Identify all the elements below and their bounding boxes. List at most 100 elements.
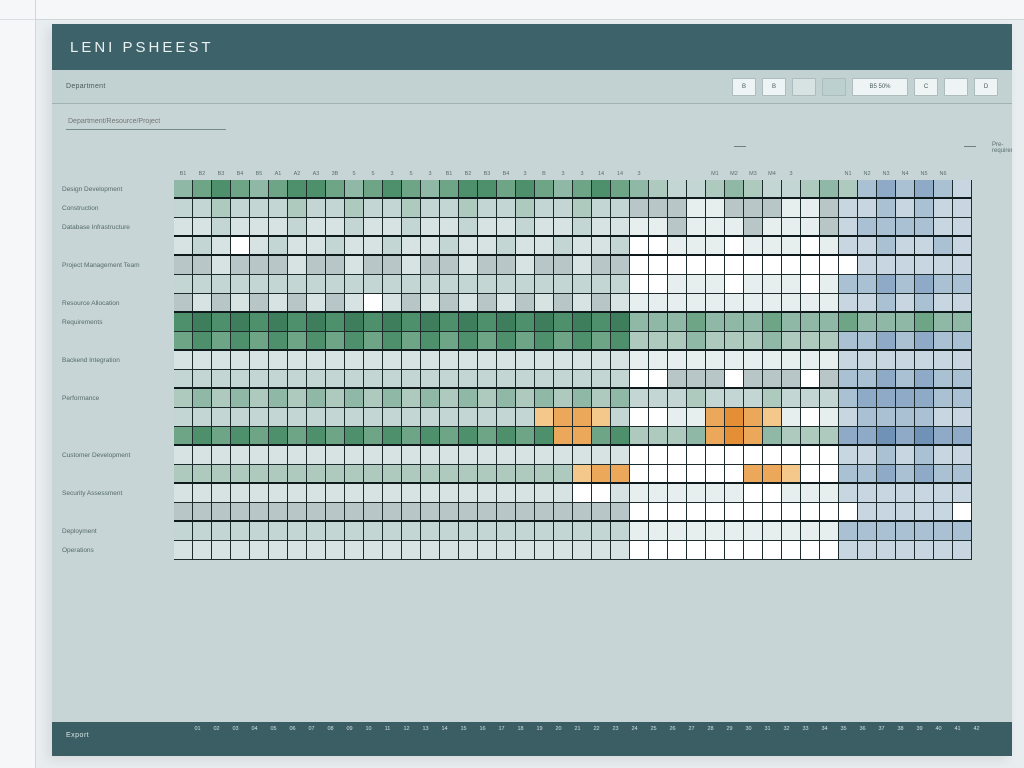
heatmap-cell[interactable]: [953, 218, 972, 237]
heatmap-cell[interactable]: [212, 427, 231, 446]
column-header[interactable]: N1: [839, 140, 858, 180]
heatmap-cell[interactable]: [763, 180, 782, 199]
heatmap-cell[interactable]: [592, 313, 611, 332]
heatmap-cell[interactable]: [535, 313, 554, 332]
heatmap-cell[interactable]: [953, 180, 972, 199]
heatmap-cell[interactable]: [896, 218, 915, 237]
heatmap-cell[interactable]: [820, 389, 839, 408]
heatmap-cell[interactable]: [535, 427, 554, 446]
heatmap-cell[interactable]: [478, 522, 497, 541]
heatmap-cell[interactable]: [649, 427, 668, 446]
heatmap-cell[interactable]: [402, 332, 421, 351]
heatmap-cell[interactable]: [478, 180, 497, 199]
heatmap-cell[interactable]: [554, 313, 573, 332]
heatmap-cell[interactable]: [725, 275, 744, 294]
heatmap-cell[interactable]: [801, 332, 820, 351]
heatmap-cell[interactable]: [668, 522, 687, 541]
heatmap-cell[interactable]: [193, 199, 212, 218]
heatmap-cell[interactable]: [288, 484, 307, 503]
heatmap-cell[interactable]: [573, 541, 592, 560]
heatmap-cell[interactable]: [706, 503, 725, 522]
heatmap-cell[interactable]: [250, 389, 269, 408]
heatmap-cell[interactable]: [307, 218, 326, 237]
heatmap-cell[interactable]: [345, 332, 364, 351]
heatmap-cell[interactable]: [402, 446, 421, 465]
heatmap-cell[interactable]: [687, 313, 706, 332]
heatmap-cell[interactable]: [953, 465, 972, 484]
heatmap-cell[interactable]: [402, 522, 421, 541]
heatmap-cell[interactable]: [801, 237, 820, 256]
heatmap-cell[interactable]: [516, 465, 535, 484]
heatmap-cell[interactable]: [820, 446, 839, 465]
heatmap-cell[interactable]: [554, 522, 573, 541]
heatmap-cell[interactable]: [440, 484, 459, 503]
heatmap-cell[interactable]: [744, 446, 763, 465]
heatmap-cell[interactable]: [820, 218, 839, 237]
heatmap-cell[interactable]: [611, 294, 630, 313]
heatmap-cell[interactable]: [212, 522, 231, 541]
heatmap-cell[interactable]: [744, 541, 763, 560]
row-label[interactable]: Security Assessment: [52, 484, 174, 503]
heatmap-cell[interactable]: [345, 275, 364, 294]
heatmap-cell[interactable]: [877, 389, 896, 408]
heatmap-cell[interactable]: [288, 313, 307, 332]
heatmap-cell[interactable]: [896, 351, 915, 370]
heatmap-cell[interactable]: [801, 389, 820, 408]
heatmap-cell[interactable]: [212, 332, 231, 351]
heatmap-cell[interactable]: [725, 503, 744, 522]
heatmap-cell[interactable]: [839, 370, 858, 389]
heatmap-cell[interactable]: [649, 237, 668, 256]
heatmap-cell[interactable]: [592, 218, 611, 237]
heatmap-cell[interactable]: [554, 446, 573, 465]
heatmap-cell[interactable]: [953, 408, 972, 427]
heatmap-cell[interactable]: [573, 294, 592, 313]
heatmap-cell[interactable]: [782, 199, 801, 218]
column-header[interactable]: [820, 140, 839, 180]
heatmap-cell[interactable]: [554, 427, 573, 446]
heatmap-cell[interactable]: [193, 351, 212, 370]
heatmap-cell[interactable]: [459, 180, 478, 199]
row-label[interactable]: Operations: [52, 541, 174, 560]
heatmap-cell[interactable]: [706, 389, 725, 408]
heatmap-cell[interactable]: [763, 351, 782, 370]
heatmap-cell[interactable]: [744, 351, 763, 370]
heatmap-cell[interactable]: [193, 275, 212, 294]
heatmap-cell[interactable]: [763, 541, 782, 560]
heatmap-cell[interactable]: [801, 218, 820, 237]
heatmap-cell[interactable]: [174, 465, 193, 484]
heatmap-cell[interactable]: [326, 465, 345, 484]
column-header[interactable]: [801, 140, 820, 180]
heatmap-cell[interactable]: [839, 446, 858, 465]
heatmap-cell[interactable]: [535, 180, 554, 199]
heatmap-cell[interactable]: [592, 370, 611, 389]
heatmap-cell[interactable]: [858, 408, 877, 427]
heatmap-cell[interactable]: [288, 503, 307, 522]
heatmap-cell[interactable]: [307, 389, 326, 408]
heatmap-cell[interactable]: [592, 332, 611, 351]
heatmap-cell[interactable]: [763, 237, 782, 256]
heatmap-cell[interactable]: [801, 408, 820, 427]
heatmap-cell[interactable]: [782, 541, 801, 560]
heatmap-cell[interactable]: [573, 237, 592, 256]
heatmap-cell[interactable]: [839, 351, 858, 370]
heatmap-cell[interactable]: [858, 275, 877, 294]
column-header[interactable]: B3: [478, 140, 497, 180]
heatmap-cell[interactable]: [915, 294, 934, 313]
heatmap-cell[interactable]: [231, 370, 250, 389]
heatmap-cell[interactable]: [193, 313, 212, 332]
heatmap-cell[interactable]: [573, 218, 592, 237]
heatmap-cell[interactable]: [193, 294, 212, 313]
heatmap-cell[interactable]: [250, 503, 269, 522]
heatmap-cell[interactable]: [478, 294, 497, 313]
heatmap-cell[interactable]: [459, 465, 478, 484]
heatmap-cell[interactable]: [345, 446, 364, 465]
heatmap-cell[interactable]: [535, 294, 554, 313]
heatmap-cell[interactable]: [915, 351, 934, 370]
heatmap-cell[interactable]: [497, 199, 516, 218]
heatmap-cell[interactable]: [193, 389, 212, 408]
heatmap-cell[interactable]: [421, 541, 440, 560]
row-label[interactable]: Project Management Team: [52, 256, 174, 275]
heatmap-cell[interactable]: [554, 484, 573, 503]
heatmap-cell[interactable]: [782, 332, 801, 351]
heatmap-cell[interactable]: [231, 275, 250, 294]
